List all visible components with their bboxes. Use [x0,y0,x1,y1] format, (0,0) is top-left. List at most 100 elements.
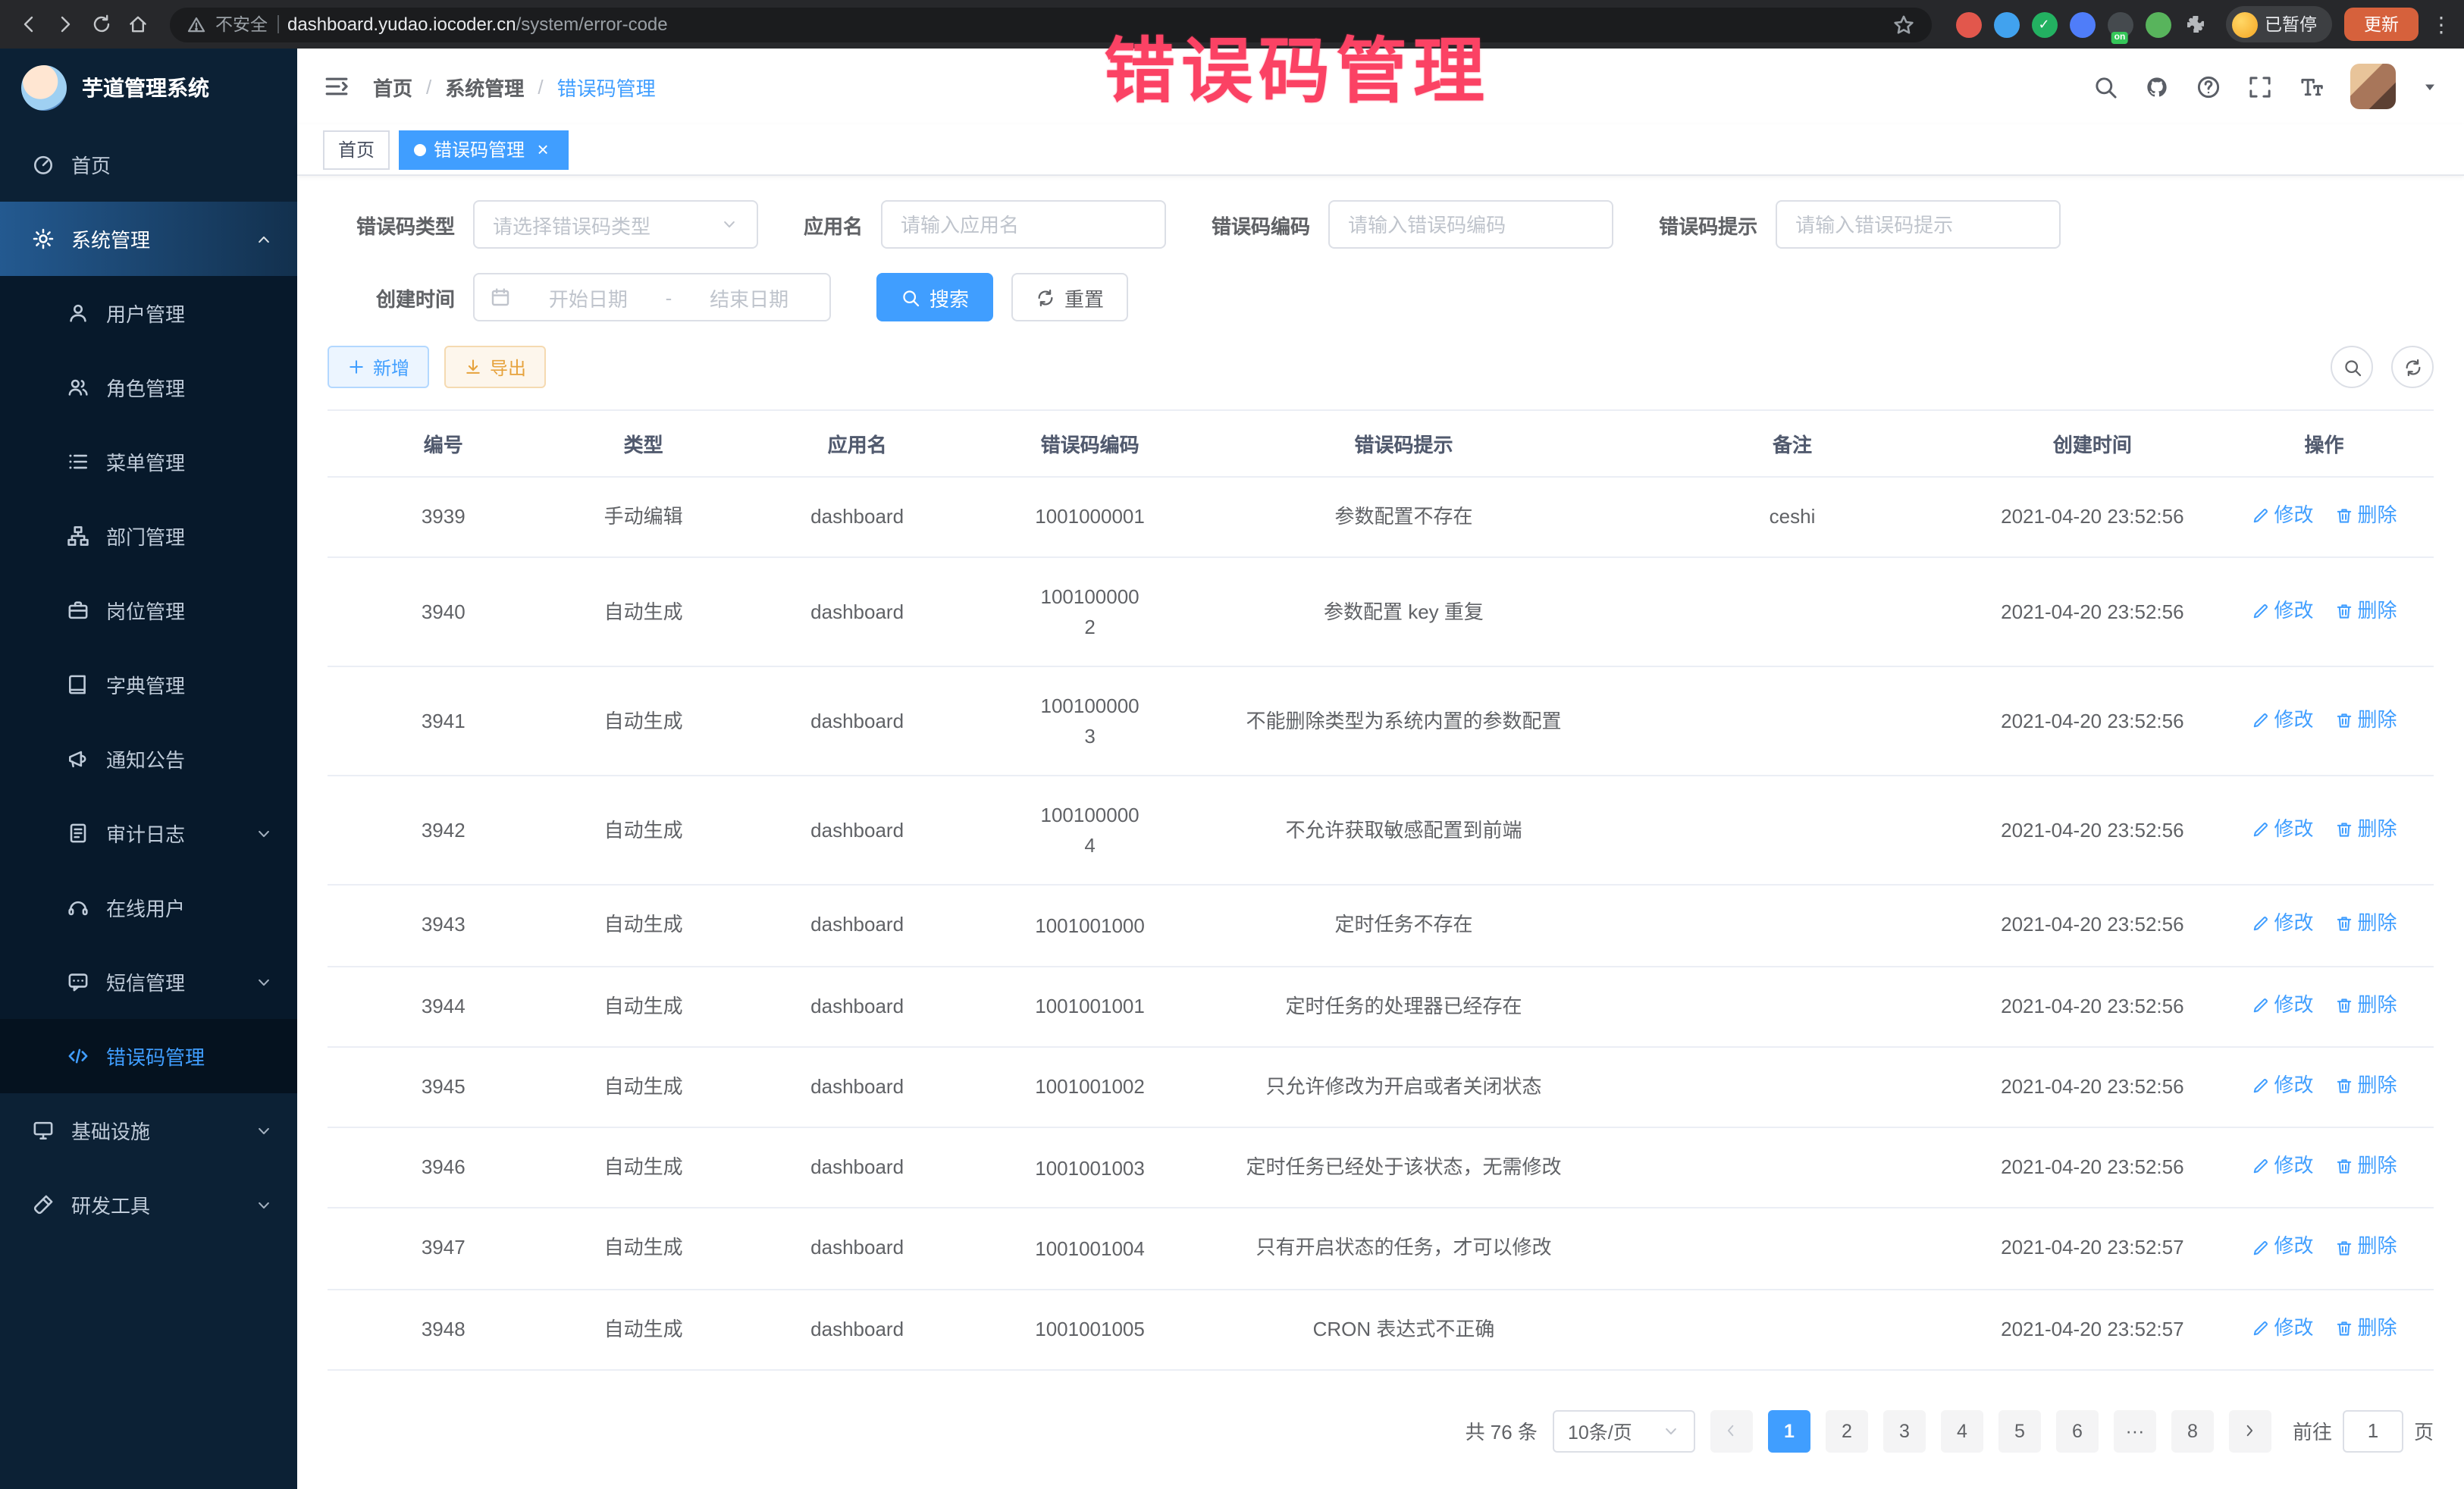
sidebar-item-infrastructure[interactable]: 基础设施 [0,1093,297,1168]
sidebar-item-role-mgmt[interactable]: 角色管理 [0,350,297,425]
extensions-puzzle-icon[interactable] [2183,12,2207,36]
extension-icon-green-check[interactable]: ✓ [2031,11,2057,37]
page-button-4[interactable]: 4 [1941,1410,1983,1453]
profile-chip[interactable]: 已暂停 [2225,6,2332,42]
font-size-icon[interactable] [2299,74,2324,99]
sidebar-item-notice[interactable]: 通知公告 [0,722,297,796]
edit-link[interactable]: 修改 [2251,1314,2313,1341]
extension-icon-blue-drop[interactable] [1993,11,2019,37]
sidebar-item-audit-log[interactable]: 审计日志 [0,796,297,870]
extension-icon-red[interactable] [1955,11,1981,37]
delete-link[interactable]: 删除 [2334,502,2397,529]
delete-link[interactable]: 删除 [2334,911,2397,938]
sidebar-item-home[interactable]: 首页 [0,127,297,202]
refresh-table-button[interactable] [2391,346,2434,388]
github-icon[interactable] [2144,74,2170,99]
goto-page-input[interactable] [2343,1410,2403,1453]
log-icon [67,822,89,845]
add-button[interactable]: 新增 [328,346,429,388]
reset-button[interactable]: 重置 [1011,273,1128,321]
error-hint-input[interactable] [1776,200,2061,249]
sidebar-item-dev-tools[interactable]: 研发工具 [0,1168,297,1242]
delete-icon [2334,1077,2353,1095]
edit-link[interactable]: 修改 [2251,597,2313,624]
edit-link[interactable]: 修改 [2251,706,2313,733]
reload-icon[interactable] [85,8,118,41]
cell-id: 3942 [328,776,560,886]
extension-icon-grid[interactable] [2069,11,2095,37]
home-icon[interactable] [121,8,155,41]
caret-down-icon[interactable] [2422,78,2438,95]
extension-icon-proxy[interactable]: on [2107,11,2133,37]
page-button-6[interactable]: 6 [2056,1410,2099,1453]
table-row: 3945自动生成dashboard1001001002只允许修改为开启或者关闭状… [328,1047,2434,1128]
sidebar-item-dept-mgmt[interactable]: 部门管理 [0,499,297,573]
error-code-input[interactable] [1328,200,1613,249]
address-bar[interactable]: 不安全 dashboard.yudao.iocoder.cn/system/er… [170,7,1931,42]
close-icon[interactable]: × [532,139,553,160]
toggle-search-button[interactable] [2331,346,2373,388]
edit-link[interactable]: 修改 [2251,911,2313,938]
delete-link[interactable]: 删除 [2334,1072,2397,1099]
cell-hint: 定时任务已经处于该状态，无需修改 [1193,1127,1615,1208]
page-button-8[interactable]: 8 [2171,1410,2214,1453]
pager-ellipsis[interactable]: ··· [2114,1410,2156,1453]
page-button-5[interactable]: 5 [1998,1410,2041,1453]
sidebar-item-menu-mgmt[interactable]: 菜单管理 [0,425,297,499]
download-icon [464,358,482,376]
breadcrumb-item[interactable]: 首页 [373,72,412,101]
tab-home[interactable]: 首页 [323,130,390,169]
hamburger-icon[interactable] [323,73,350,100]
prev-page-button[interactable] [1710,1410,1753,1453]
delete-link[interactable]: 删除 [2334,815,2397,842]
sidebar-item-online-users[interactable]: 在线用户 [0,870,297,945]
search-icon[interactable] [2093,74,2118,99]
sidebar-item-user-mgmt[interactable]: 用户管理 [0,276,297,350]
delete-link[interactable]: 删除 [2334,1234,2397,1261]
edit-link[interactable]: 修改 [2251,991,2313,1018]
browser-menu-kebab-icon[interactable]: ⋮ [2431,8,2452,41]
update-button[interactable]: 更新 [2344,8,2419,41]
back-icon[interactable] [12,8,45,41]
tab-error-code[interactable]: 错误码管理× [399,130,569,169]
cell-id: 3945 [328,1047,560,1128]
edit-link[interactable]: 修改 [2251,1152,2313,1180]
page-size-select[interactable]: 10条/页 [1553,1410,1695,1453]
tags-bar: 首页错误码管理× [297,124,2464,176]
search-button[interactable]: 搜索 [876,273,993,321]
cell-code: 1001000004 [986,776,1193,886]
edit-link[interactable]: 修改 [2251,815,2313,842]
sidebar-item-sms-mgmt[interactable]: 短信管理 [0,945,297,1019]
sidebar-item-post-mgmt[interactable]: 岗位管理 [0,573,297,647]
forward-icon[interactable] [49,8,82,41]
delete-link[interactable]: 删除 [2334,991,2397,1018]
filter-hint-label: 错误码提示 [1659,210,1757,239]
app-name-input[interactable] [881,200,1166,249]
fullscreen-icon[interactable] [2247,74,2273,99]
cell-actions: 修改删除 [2215,1289,2434,1370]
profile-paused-label: 已暂停 [2265,12,2317,36]
page-button-2[interactable]: 2 [1826,1410,1868,1453]
sidebar-item-system-mgmt[interactable]: 系统管理 [0,202,297,276]
delete-link[interactable]: 删除 [2334,1152,2397,1180]
next-page-button[interactable] [2229,1410,2271,1453]
avatar[interactable] [2350,64,2396,109]
question-icon[interactable] [2196,74,2221,99]
breadcrumb-item[interactable]: 系统管理 [445,72,524,101]
page-button-1[interactable]: 1 [1768,1410,1810,1453]
sidebar-item-dict-mgmt[interactable]: 字典管理 [0,647,297,722]
edit-link[interactable]: 修改 [2251,1234,2313,1261]
bookmark-star-icon[interactable] [1892,13,1914,36]
delete-link[interactable]: 删除 [2334,1314,2397,1341]
error-type-select[interactable]: 请选择错误码类型 [473,200,758,249]
delete-link[interactable]: 删除 [2334,597,2397,624]
date-range-picker[interactable]: 开始日期 - 结束日期 [473,273,831,321]
sidebar-item-label: 审计日志 [106,819,185,848]
page-button-3[interactable]: 3 [1883,1410,1926,1453]
export-button[interactable]: 导出 [444,346,546,388]
extension-icon-green-leaf[interactable] [2145,11,2171,37]
delete-link[interactable]: 删除 [2334,706,2397,733]
edit-link[interactable]: 修改 [2251,502,2313,529]
edit-link[interactable]: 修改 [2251,1072,2313,1099]
sidebar-item-error-code-mgmt[interactable]: 错误码管理 [0,1019,297,1093]
